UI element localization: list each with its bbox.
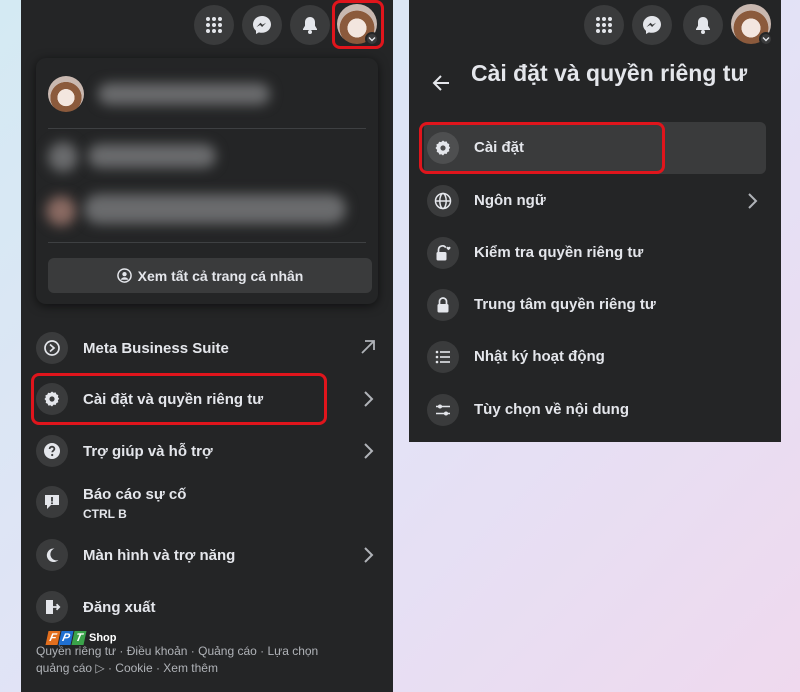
profile-card: Xem tất cả trang cá nhân	[36, 58, 378, 304]
activity-log-label: Nhật ký hoạt động	[474, 348, 605, 365]
gear-icon	[427, 132, 459, 164]
blurred-page-avatar	[48, 142, 78, 172]
moon-icon	[36, 539, 68, 571]
settings-privacy-panel: Cài đặt và quyền riêng tư Cài đặt Ngôn n…	[409, 0, 781, 442]
external-arrow-icon	[361, 340, 375, 354]
bell-icon	[303, 17, 317, 34]
menu-item-report-problem[interactable]: Báo cáo sự cố CTRL B	[36, 477, 378, 529]
divider	[48, 242, 366, 243]
lock-heart-icon	[427, 237, 459, 269]
blurred-page-avatar	[46, 196, 76, 226]
messenger-button[interactable]	[632, 5, 672, 45]
sliders-icon	[427, 394, 459, 426]
report-icon	[36, 486, 68, 518]
menu-item-help-support[interactable]: Trợ giúp và hỗ trợ	[36, 425, 378, 477]
account-menu-panel: Xem tất cả trang cá nhân Meta Business S…	[21, 0, 393, 692]
watermark-shop: Shop	[89, 632, 117, 644]
lock-icon	[427, 289, 459, 321]
see-all-profiles-button[interactable]: Xem tất cả trang cá nhân	[48, 258, 372, 293]
menu-item-label: Đăng xuất	[83, 599, 156, 616]
messenger-button[interactable]	[242, 5, 282, 45]
grid-icon	[206, 17, 222, 33]
settings-item-label: Cài đặt	[474, 139, 525, 156]
list-icon	[427, 341, 459, 373]
menu-item-logout[interactable]: Đăng xuất	[36, 581, 378, 633]
menu-item-meta-business-suite[interactable]: Meta Business Suite	[36, 322, 378, 374]
top-bar	[409, 0, 781, 50]
menu-item-settings-privacy[interactable]: Cài đặt và quyền riêng tư	[36, 373, 378, 425]
activity-log-item[interactable]: Nhật ký hoạt động	[424, 331, 766, 383]
menu-item-label: Báo cáo sự cố	[83, 486, 187, 503]
menu-item-label: Trợ giúp và hỗ trợ	[83, 443, 213, 460]
chevron-right-icon	[748, 193, 758, 209]
globe-icon	[427, 185, 459, 217]
notifications-button[interactable]	[290, 5, 330, 45]
top-bar	[21, 0, 393, 50]
content-preferences-item[interactable]: Tùy chọn về nội dung	[424, 384, 766, 436]
settings-item[interactable]: Cài đặt	[424, 122, 766, 174]
chevron-down-icon	[759, 32, 773, 46]
logout-icon	[36, 591, 68, 623]
bell-icon	[696, 17, 710, 34]
blurred-page-name[interactable]	[88, 144, 216, 168]
chevron-down-icon	[365, 32, 379, 46]
back-arrow-icon[interactable]	[429, 70, 455, 96]
divider	[48, 128, 366, 129]
privacy-center-item[interactable]: Trung tâm quyền riêng tư	[424, 279, 766, 331]
footer-line[interactable]: Quyền riêng tư · Điều khoản · Quảng cáo …	[36, 643, 356, 660]
see-all-profiles-label: Xem tất cả trang cá nhân	[137, 267, 304, 284]
notifications-button[interactable]	[683, 5, 723, 45]
fptshop-watermark: F P T Shop	[45, 631, 117, 645]
menu-grid-button[interactable]	[584, 5, 624, 45]
meta-business-icon	[36, 332, 68, 364]
chevron-right-icon	[364, 443, 374, 459]
account-avatar-button[interactable]	[731, 4, 773, 46]
gear-icon	[36, 383, 68, 415]
page-title: Cài đặt và quyền riêng tư	[471, 60, 748, 86]
menu-item-label: Màn hình và trợ năng	[83, 547, 236, 564]
menu-item-label: Meta Business Suite	[83, 340, 229, 357]
blurred-profile-name[interactable]	[98, 83, 270, 105]
content-preferences-label: Tùy chọn về nội dung	[474, 401, 629, 418]
blurred-page-name[interactable]	[84, 194, 346, 224]
menu-item-display-accessibility[interactable]: Màn hình và trợ năng	[36, 529, 378, 581]
footer-line[interactable]: quảng cáo ▷ · Cookie · Xem thêm	[36, 660, 356, 677]
menu-grid-button[interactable]	[194, 5, 234, 45]
privacy-center-label: Trung tâm quyền riêng tư	[474, 296, 656, 313]
profile-avatar[interactable]	[48, 76, 84, 112]
messenger-icon	[253, 16, 271, 34]
help-icon	[36, 435, 68, 467]
chevron-right-icon	[364, 391, 374, 407]
language-item-label: Ngôn ngữ	[474, 192, 546, 209]
grid-icon	[596, 17, 612, 33]
account-avatar-button[interactable]	[337, 4, 379, 46]
menu-item-label: Cài đặt và quyền riêng tư	[83, 391, 264, 408]
watermark-letter: T	[71, 631, 87, 645]
language-item[interactable]: Ngôn ngữ	[424, 175, 766, 227]
messenger-icon	[643, 16, 661, 34]
footer-links[interactable]: Quyền riêng tư · Điều khoản · Quảng cáo …	[36, 643, 356, 677]
privacy-checkup-label: Kiểm tra quyền riêng tư	[474, 244, 644, 261]
shortcut-hint: CTRL B	[83, 507, 127, 521]
privacy-checkup-item[interactable]: Kiểm tra quyền riêng tư	[424, 227, 766, 279]
chevron-right-icon	[364, 547, 374, 563]
profile-switch-icon	[116, 268, 132, 283]
